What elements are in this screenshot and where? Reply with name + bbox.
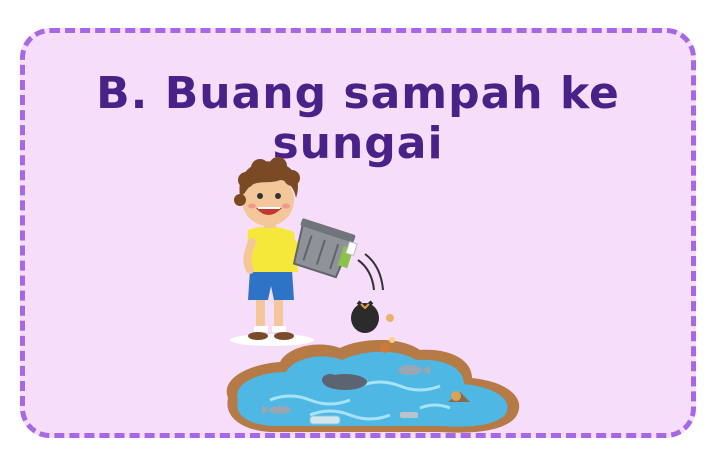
garbage-bag-icon — [351, 300, 379, 333]
bottle-icon — [309, 415, 341, 425]
river-icon — [226, 340, 520, 433]
trash-bin-icon — [292, 218, 358, 279]
title-line-1: B. Buang sampah ke — [96, 68, 620, 119]
boy-dumping-trash-illustration — [226, 157, 520, 433]
